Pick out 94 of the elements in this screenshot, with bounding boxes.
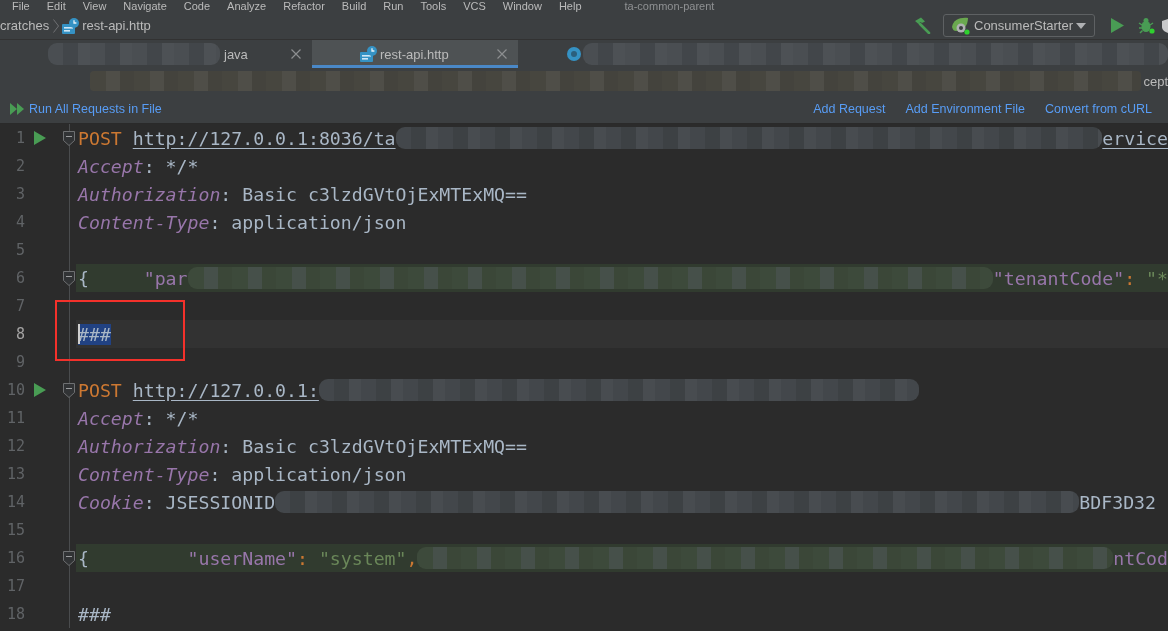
menu-item[interactable]: Edit	[46, 0, 66, 12]
header-value: BDF3D32	[1079, 491, 1156, 513]
line-number: 18	[5, 605, 25, 623]
editor-tab[interactable]: java	[0, 40, 312, 68]
header-name: Accept	[78, 155, 144, 177]
header-name: Authorization	[78, 183, 221, 205]
menu-item[interactable]: Navigate	[123, 0, 167, 12]
line-number: 11	[5, 409, 25, 427]
fold-icon[interactable]	[63, 130, 75, 146]
line-number: 14	[5, 493, 25, 511]
leaf-icon	[951, 16, 971, 35]
line-number: 15	[5, 521, 25, 539]
play-icon[interactable]	[1111, 18, 1124, 33]
json-key: "tenantCode"	[992, 267, 1125, 289]
code-punctuation: :	[297, 547, 308, 569]
header-value: : application/json	[209, 211, 407, 233]
menu-item[interactable]: Tools	[420, 0, 447, 12]
bug-icon[interactable]	[1138, 17, 1155, 34]
run-all-link[interactable]: Run All Requests in File	[10, 101, 162, 116]
header-value: : */*	[143, 407, 199, 429]
line-number: 6	[14, 269, 25, 287]
menu-item[interactable]: Window	[502, 0, 542, 12]
window-title: ta-common-parent	[624, 0, 715, 12]
menu-item[interactable]: Run	[383, 0, 404, 12]
http-method: POST	[78, 127, 122, 149]
breadcrumb-item[interactable]: rest-api.http	[82, 18, 151, 33]
fold-icon[interactable]	[63, 270, 75, 286]
header-name: Accept	[78, 407, 144, 429]
header-value: : Basic c3lzdGVtOjExMTExMQ==	[220, 435, 527, 457]
header-value: : JSESSIONID	[143, 491, 276, 513]
request-url: ervice	[1102, 127, 1168, 149]
http-method: POST	[78, 379, 122, 401]
http-file-icon	[62, 17, 80, 34]
text-cursor	[78, 324, 80, 344]
menu-item[interactable]: Help	[558, 0, 582, 12]
header-name: Authorization	[78, 435, 221, 457]
request-url: http://127.0.0.1:	[132, 379, 319, 401]
header-value: : */*	[143, 155, 199, 177]
request-url: http://127.0.0.1:8036/ta	[132, 127, 396, 149]
code-brace: {	[78, 547, 89, 569]
line-number: 7	[14, 297, 25, 315]
line-number: 9	[14, 353, 25, 371]
tab-label[interactable]: cept	[1143, 73, 1168, 89]
line-number: 10	[5, 381, 25, 399]
close-icon[interactable]	[291, 49, 301, 59]
json-key: ntCod	[1113, 547, 1168, 569]
code-punctuation: ,	[406, 547, 418, 569]
header-name: Cookie	[78, 491, 144, 513]
editor-tab[interactable]: rest-api.http	[312, 40, 518, 68]
fold-icon[interactable]	[63, 550, 75, 566]
fold-icon[interactable]	[63, 382, 75, 398]
menu-item[interactable]: Refactor	[283, 0, 325, 12]
menu-item[interactable]: VCS	[463, 0, 486, 12]
menu-item[interactable]: Build	[341, 0, 367, 12]
toolbar-link[interactable]: Add Request	[813, 101, 886, 116]
caret-icon	[1076, 22, 1086, 29]
line-number: 13	[5, 465, 25, 483]
json-key: "par	[88, 267, 188, 289]
run-icon[interactable]	[34, 383, 46, 397]
toolbar-link[interactable]: Convert from cURL	[1045, 101, 1152, 116]
menu-item[interactable]: File	[12, 0, 30, 12]
header-name: Content-Type	[78, 211, 210, 233]
line-number: 1	[14, 129, 25, 147]
shield-icon[interactable]	[1162, 17, 1168, 34]
line-number: 3	[14, 185, 25, 203]
circle-icon	[567, 47, 581, 61]
breadcrumb-item[interactable]: cratches	[0, 18, 50, 33]
menu-item[interactable]: View	[82, 0, 107, 12]
line-number: 5	[14, 241, 25, 259]
chevron-icon	[53, 18, 60, 33]
menu-item[interactable]: Code	[183, 0, 211, 12]
json-string: "system"	[318, 547, 407, 569]
run-configuration-dropdown[interactable]: ConsumerStarter	[943, 14, 1095, 37]
json-key: "userName"	[88, 547, 297, 569]
run-all-icon	[10, 102, 25, 115]
line-number: 16	[5, 549, 25, 567]
json-string: "*	[1146, 267, 1168, 289]
code-brace: {	[78, 267, 89, 289]
header-value: : application/json	[209, 463, 407, 485]
line-number: 8	[14, 325, 25, 343]
line-number: 2	[14, 157, 25, 175]
run-icon[interactable]	[34, 131, 46, 145]
header-name: Content-Type	[78, 463, 210, 485]
toolbar-link[interactable]: Add Environment File	[905, 101, 1025, 116]
request-separator: ###	[78, 323, 111, 345]
request-separator: ###	[78, 603, 111, 625]
http-file-icon	[360, 46, 377, 62]
line-number: 12	[5, 437, 25, 455]
hammer-icon[interactable]	[913, 17, 931, 34]
menu-item[interactable]: Analyze	[227, 0, 267, 12]
line-number: 4	[14, 213, 25, 231]
line-number: 17	[5, 577, 25, 595]
code-punctuation: :	[1124, 267, 1136, 289]
header-value: : Basic c3lzdGVtOjExMTExMQ==	[220, 183, 527, 205]
